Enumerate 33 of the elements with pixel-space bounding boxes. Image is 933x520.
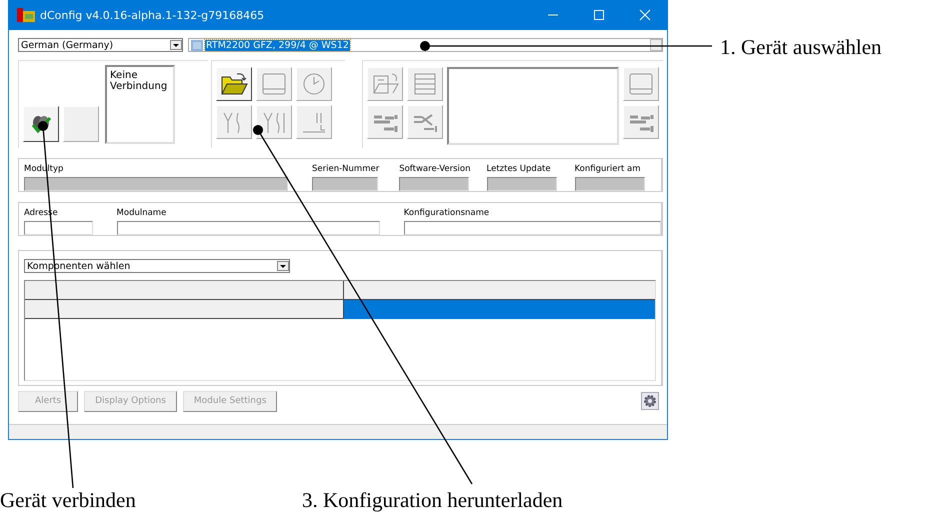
field-label: Software-Version	[399, 163, 470, 175]
text-field[interactable]	[574, 177, 644, 191]
field-label: Serien-Nummer	[312, 163, 380, 175]
column-header[interactable]	[344, 281, 655, 300]
folder-icon	[219, 71, 249, 97]
settings-icon[interactable]	[641, 392, 659, 410]
field-label: Konfiguriert am	[574, 163, 640, 175]
app-icon	[17, 8, 35, 22]
text-field[interactable]	[116, 221, 380, 235]
device-dropdown[interactable]: RTM2200 GFZ, 299/4 @ WS12	[188, 38, 663, 52]
text-field[interactable]	[24, 177, 288, 191]
connection-status: Keine Verbindung	[105, 65, 175, 144]
field-label: Letztes Update	[486, 163, 551, 175]
scroll-handle-icon[interactable]	[650, 39, 662, 51]
list-box[interactable]	[447, 67, 619, 145]
text-field[interactable]	[486, 177, 556, 191]
text-field[interactable]	[404, 221, 661, 235]
field-label: Modulname	[116, 207, 166, 219]
connect-button[interactable]	[23, 106, 59, 142]
annotation-label: 1. Gerät auswählen	[720, 34, 882, 60]
grid-cell[interactable]	[344, 300, 655, 319]
annotation-label: 3. Konfiguration herunterladen	[302, 487, 563, 513]
annotation-label: Gerät verbinden	[0, 487, 136, 513]
field-label: Konfigurationsname	[404, 207, 490, 219]
language-dropdown[interactable]: German (Germany)	[18, 38, 183, 52]
text-field[interactable]	[312, 177, 378, 191]
row-header[interactable]	[25, 300, 344, 319]
folder-button[interactable]	[216, 67, 252, 101]
text-field[interactable]	[24, 221, 93, 235]
window-title: dConfig v4.0.16-alpha.1-132-g79168465	[40, 8, 264, 22]
column-header[interactable]	[25, 281, 344, 300]
text-field[interactable]	[399, 177, 470, 191]
device-icon	[191, 40, 203, 50]
